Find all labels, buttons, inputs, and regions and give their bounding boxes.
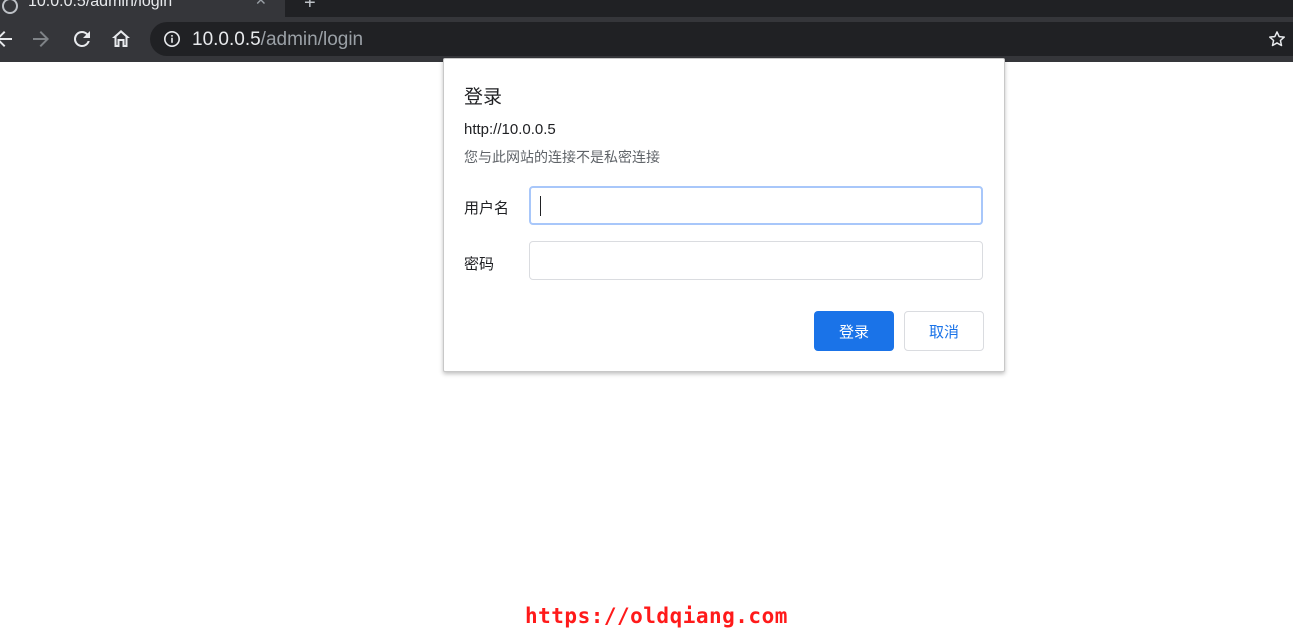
url-text[interactable]: 10.0.0.5/admin/login — [192, 29, 363, 51]
browser-tab[interactable]: 10.0.0.5/admin/login ✕ — [0, 0, 285, 17]
tab-close-icon[interactable]: ✕ — [255, 0, 267, 9]
url-host: 10.0.0.5 — [192, 29, 261, 50]
browser-toolbar: 10.0.0.5/admin/login — [0, 17, 1293, 62]
cancel-button[interactable]: 取消 — [904, 311, 984, 351]
auth-dialog: 登录 http://10.0.0.5 您与此网站的连接不是私密连接 用户名 密码… — [443, 58, 1005, 372]
reload-icon[interactable] — [70, 27, 94, 51]
back-arrow-icon[interactable] — [0, 27, 16, 51]
info-icon[interactable] — [163, 30, 181, 48]
dialog-warning: 您与此网站的连接不是私密连接 — [464, 149, 660, 165]
username-label: 用户名 — [464, 200, 510, 217]
watermark-text: https://oldqiang.com — [525, 604, 788, 628]
username-input[interactable] — [529, 186, 983, 225]
tab-strip: 10.0.0.5/admin/login ✕ + — [0, 0, 1293, 17]
password-input[interactable] — [529, 241, 983, 280]
login-button[interactable]: 登录 — [814, 311, 894, 351]
forward-arrow-icon[interactable] — [29, 27, 53, 51]
password-label: 密码 — [464, 256, 495, 273]
text-caret — [540, 196, 541, 216]
dialog-title: 登录 — [464, 87, 503, 108]
home-icon[interactable] — [109, 27, 133, 51]
browser-chrome: 10.0.0.5/admin/login ✕ + 10.0.0.5/admin/… — [0, 0, 1293, 62]
star-icon[interactable] — [1267, 29, 1287, 49]
address-bar[interactable]: 10.0.0.5/admin/login — [150, 22, 1293, 56]
url-path: /admin/login — [260, 29, 364, 50]
globe-icon — [2, 0, 18, 14]
tab-title: 10.0.0.5/admin/login — [28, 0, 173, 10]
new-tab-button[interactable]: + — [304, 0, 316, 15]
dialog-origin: http://10.0.0.5 — [464, 121, 556, 138]
